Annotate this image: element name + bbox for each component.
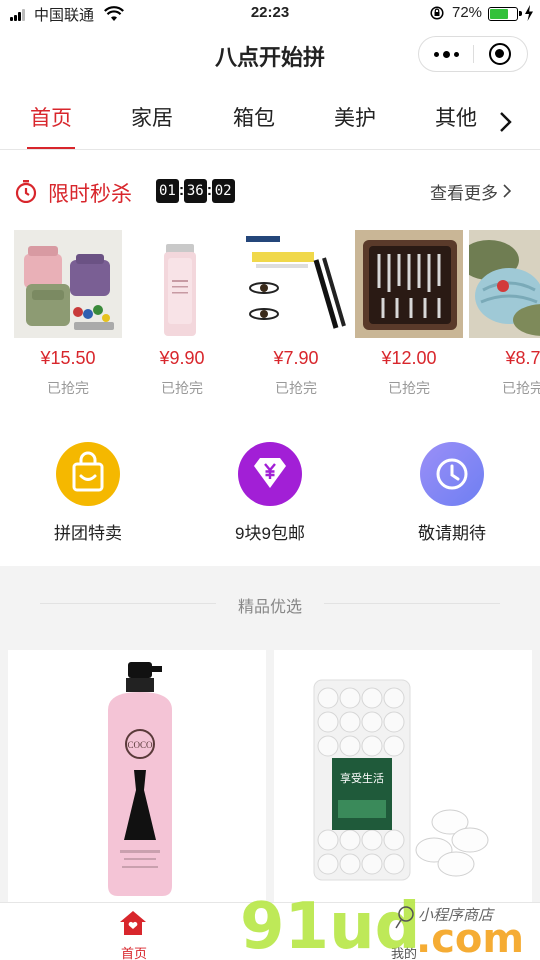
flash-item[interactable]: ¥7.90 已抢完 [242, 228, 350, 408]
charging-bolt-icon [525, 5, 533, 21]
home-icon[interactable] [118, 909, 148, 937]
product-image [469, 230, 540, 338]
recommend-product-grid: COCO 享受生活 [0, 640, 540, 902]
category-tabs: 首页 家居 箱包 美护 其他 [0, 94, 540, 150]
divider-line [324, 603, 500, 604]
shopping-bag-icon [56, 442, 120, 506]
flash-sale-header: 限时秒杀 01 : 36 : 02 查看更多 [0, 170, 540, 210]
feature-label: 9块9包邮 [235, 524, 305, 543]
view-more-link[interactable]: 查看更多 [430, 179, 498, 204]
feature-coming-soon[interactable]: 敬请期待 [392, 440, 512, 550]
chevron-right-icon [500, 112, 512, 132]
battery-icon [488, 7, 522, 21]
feature-label: 拼团特卖 [54, 524, 122, 543]
product-image [128, 230, 236, 338]
status-bar: 中国联通 22:23 72% [0, 0, 540, 28]
chevron-right-icon[interactable] [502, 183, 512, 199]
clock-icon [420, 442, 484, 506]
close-miniprogram-icon[interactable] [489, 43, 511, 65]
product-image [242, 230, 350, 338]
tab-label: 首页 [30, 107, 72, 130]
recommend-title: 精品优选 [237, 599, 302, 616]
battery-percent: 72% [452, 4, 483, 21]
flash-item-status: 已抢完 [47, 380, 89, 396]
product-image [355, 230, 463, 338]
countdown-hours: 01 [156, 179, 179, 203]
countdown-timer: 01 : 36 : 02 [156, 179, 235, 203]
tabs-scroll-right-button[interactable] [486, 102, 526, 142]
rotation-lock-icon [430, 6, 444, 20]
stopwatch-icon [15, 180, 37, 203]
product-brand-text: COCO [127, 740, 153, 750]
tab-bags[interactable]: 箱包 [214, 102, 294, 148]
flash-item-status: 已抢完 [275, 380, 317, 396]
navigation-bar: 八点开始拼 [0, 28, 540, 78]
flash-item-price: ¥9.90 [159, 348, 205, 368]
flash-item-status: 已抢完 [388, 380, 430, 396]
tab-label: 箱包 [233, 107, 275, 130]
product-image [14, 230, 122, 338]
tab-label: 其他 [435, 107, 477, 130]
flash-item[interactable]: ¥8.7 已抢完 [469, 228, 540, 408]
flash-item-price: ¥7.90 [273, 348, 319, 368]
svg-text:小程序商店: 小程序商店 [418, 906, 495, 924]
flash-item-status: 已抢完 [161, 380, 203, 396]
more-menu-icon[interactable] [419, 37, 473, 71]
product-image: COCO [8, 650, 266, 902]
tab-label: 家居 [131, 107, 173, 130]
product-brand-text: 享受生活 [340, 771, 384, 785]
feature-shortcuts: 拼团特卖 9块9包邮 敬请期待 [0, 440, 540, 550]
active-tab-indicator [27, 147, 75, 149]
flash-item-price: ¥8.7 [505, 348, 540, 368]
feature-label: 敬请期待 [418, 524, 486, 543]
flash-sale-title: 限时秒杀 [48, 183, 132, 206]
feature-group-buy[interactable]: 拼团特卖 [28, 440, 148, 550]
tab-home-living[interactable]: 家居 [112, 102, 192, 148]
product-image: 享受生活 [274, 650, 532, 902]
flash-item-price: ¥12.00 [381, 348, 437, 368]
tabbar-home-label[interactable]: 首页 [104, 943, 164, 960]
diamond-yuan-icon [238, 442, 302, 506]
miniprogram-capsule [418, 36, 528, 72]
recommend-section-header: 精品优选 [0, 566, 540, 640]
flash-item[interactable]: ¥12.00 已抢完 [355, 228, 463, 408]
flash-item-status: 已抢完 [502, 380, 540, 396]
flash-item[interactable]: ¥15.50 已抢完 [14, 228, 122, 408]
flash-sale-list: ¥15.50 已抢完 ¥9.90 已抢完 ¥7.90 已抢完 ¥12.00 已抢… [0, 228, 540, 408]
battery-level-fill [490, 9, 508, 19]
flash-item[interactable]: ¥9.90 已抢完 [128, 228, 236, 408]
countdown-seconds: 02 [211, 179, 235, 203]
tab-label: 美护 [334, 107, 376, 130]
countdown-minutes: 36 [183, 179, 207, 203]
tab-other[interactable]: 其他 [416, 102, 496, 148]
flash-item-price: ¥15.50 [40, 348, 96, 368]
feature-9-9-free-shipping[interactable]: 9块9包邮 [210, 440, 330, 550]
watermark-logo: 91ud .com 小程序商店 [240, 890, 524, 960]
svg-text:91ud: 91ud [240, 890, 420, 960]
product-card[interactable]: 享受生活 [274, 650, 532, 902]
tab-beauty[interactable]: 美护 [315, 102, 395, 148]
product-card[interactable]: COCO [8, 650, 266, 902]
tab-home[interactable]: 首页 [11, 102, 91, 149]
